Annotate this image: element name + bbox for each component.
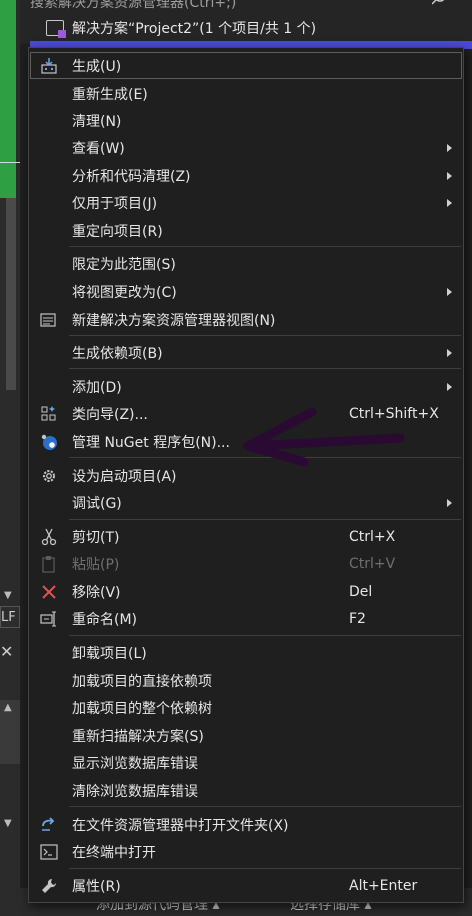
scissors-icon <box>30 523 68 550</box>
nuget-icon <box>30 428 68 455</box>
submenu-arrow-icon <box>447 171 452 180</box>
build-icon <box>30 52 68 79</box>
chevron-down-icon[interactable]: ▼ <box>4 590 12 601</box>
menu-item-unload-project[interactable]: 卸载项目(L) <box>30 639 462 666</box>
chevron-down-icon[interactable]: ▼ <box>4 818 12 829</box>
left-scrollbar[interactable] <box>6 198 16 390</box>
menu-item-change-view[interactable]: 将视图更改为(C) <box>30 278 462 305</box>
rename-icon <box>30 605 68 632</box>
menu-separator <box>69 635 461 636</box>
menu-item-analyze[interactable]: 分析和代码清理(Z) <box>30 162 462 189</box>
submenu-arrow-icon <box>447 382 452 391</box>
menu-item-build[interactable]: 生成(U) <box>30 52 462 79</box>
close-icon[interactable]: ✕ <box>0 642 13 661</box>
menu-item-load-direct-deps[interactable]: 加载项目的直接依赖项 <box>30 667 462 694</box>
line-ending-indicator[interactable]: LF <box>0 606 20 628</box>
menu-item-remove[interactable]: 移除(V) Del <box>30 578 462 605</box>
menu-separator <box>69 868 461 869</box>
submenu-arrow-icon <box>447 287 452 296</box>
menu-item-load-dep-tree[interactable]: 加载项目的整个依赖树 <box>30 694 462 721</box>
submenu-arrow-icon <box>447 498 452 507</box>
menu-item-paste[interactable]: 粘贴(P) Ctrl+V <box>30 550 462 577</box>
menu-item-retarget[interactable]: 重定向项目(R) <box>30 217 462 244</box>
menu-separator <box>69 246 461 247</box>
menu-item-properties[interactable]: 属性(R) Alt+Enter <box>30 872 462 899</box>
menu-item-view[interactable]: 查看(W) <box>30 134 462 161</box>
menu-item-rename[interactable]: 重命名(M) F2 <box>30 605 462 632</box>
new-view-icon <box>30 306 68 333</box>
menu-item-open-in-explorer[interactable]: 在文件资源管理器中打开文件夹(X) <box>30 811 462 838</box>
menu-item-debug[interactable]: 调试(G) <box>30 489 462 516</box>
submenu-arrow-icon <box>447 198 452 207</box>
menu-item-clean[interactable]: 清理(N) <box>30 107 462 134</box>
menu-separator <box>69 335 461 336</box>
menu-item-show-browse-errors[interactable]: 显示浏览数据库错误 <box>30 749 462 776</box>
solution-icon <box>46 20 66 38</box>
menu-item-add[interactable]: 添加(D) <box>30 373 462 400</box>
context-menu: 生成(U) 重新生成(E) 清理(N) 查看(W) 分析和代码清理(Z) 仅用于… <box>28 47 464 903</box>
submenu-arrow-icon <box>447 348 452 357</box>
menu-separator <box>69 519 461 520</box>
menu-item-cut[interactable]: 剪切(T) Ctrl+X <box>30 523 462 550</box>
search-solution-explorer-input[interactable]: 搜索解决方案资源管理器(Ctrl+;) <box>30 0 236 12</box>
left-divider <box>0 162 20 163</box>
menu-separator <box>69 368 461 369</box>
wrench-icon <box>30 872 68 899</box>
chevron-up-icon[interactable]: ▲ <box>4 702 12 713</box>
left-green-panel <box>0 0 16 198</box>
terminal-icon <box>30 838 68 865</box>
menu-item-rescan-solution[interactable]: 重新扫描解决方案(S) <box>30 722 462 749</box>
solution-label: 解决方案“Project2”(1 个项目/共 1 个) <box>72 21 317 37</box>
gear-icon <box>30 462 68 489</box>
menu-item-scope[interactable]: 限定为此范围(S) <box>30 250 462 277</box>
menu-item-project-only[interactable]: 仅用于项目(J) <box>30 189 462 216</box>
remove-icon <box>30 578 68 605</box>
menu-item-clear-browse-errors[interactable]: 清除浏览数据库错误 <box>30 777 462 804</box>
submenu-arrow-icon <box>447 143 452 152</box>
menu-item-build-dependencies[interactable]: 生成依赖项(B) <box>30 339 462 366</box>
annotation-arrow <box>243 407 405 467</box>
menu-item-rebuild[interactable]: 重新生成(E) <box>30 80 462 107</box>
menu-separator <box>69 806 461 807</box>
search-icon[interactable] <box>432 0 452 6</box>
class-wizard-icon <box>30 400 68 427</box>
open-folder-icon <box>30 811 68 838</box>
menu-item-open-terminal[interactable]: 在终端中打开 <box>30 838 462 865</box>
paste-icon <box>30 550 68 577</box>
menu-item-new-view[interactable]: 新建解决方案资源管理器视图(N) <box>30 306 462 333</box>
solution-tree-item[interactable]: 解决方案“Project2”(1 个项目/共 1 个) <box>46 16 316 40</box>
